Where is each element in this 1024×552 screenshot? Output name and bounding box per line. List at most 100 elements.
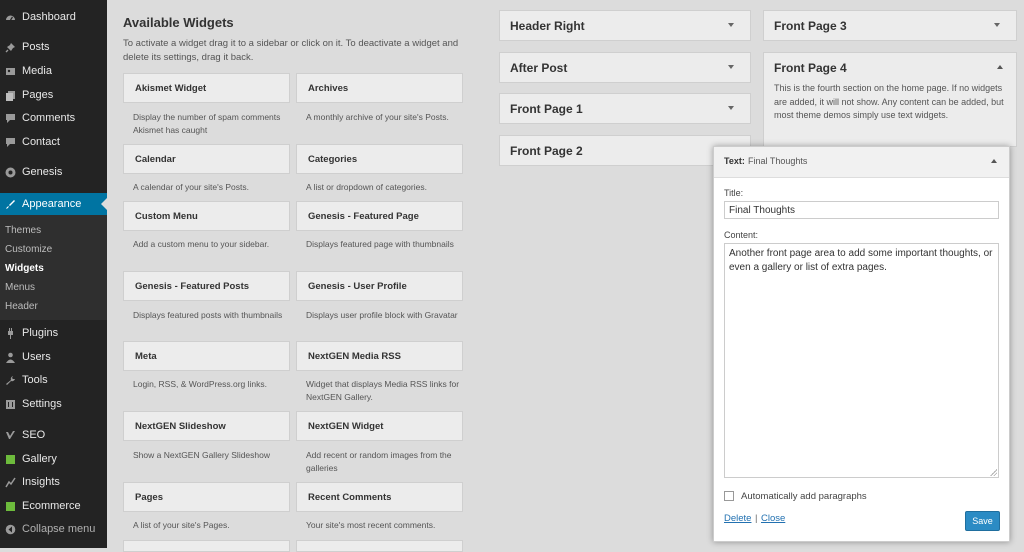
sidebar-item-label: Pages <box>22 89 54 101</box>
widget-tile-partial[interactable] <box>296 540 463 552</box>
submenu-item-header[interactable]: Header <box>5 301 38 312</box>
sidebar-item-label: Comments <box>22 112 76 124</box>
widget-type-label: Text: <box>724 156 745 166</box>
sidebar-item-posts[interactable]: Posts <box>0 36 107 58</box>
sidebar-item-media[interactable]: Media <box>0 60 107 82</box>
chevron-down-icon[interactable] <box>728 106 734 110</box>
sidebar-item-users[interactable]: Users <box>0 346 107 368</box>
submenu-item-customize[interactable]: Customize <box>5 244 52 255</box>
sidebar-item-appearance[interactable]: Appearance <box>0 193 107 215</box>
area-front-page-4[interactable]: Front Page 4 This is the fourth section … <box>763 52 1017 147</box>
insights-icon <box>5 477 16 488</box>
contact-icon <box>5 137 16 148</box>
text-widget-panel: Text: Final Thoughts Title: Content: Ano… <box>713 146 1010 542</box>
widget-description: A monthly archive of your site's Posts. <box>306 112 449 122</box>
collapse-icon <box>5 524 16 535</box>
title-label: Title: <box>724 188 744 198</box>
widget-description: A list of your site's Pages. <box>133 520 230 530</box>
chevron-down-icon[interactable] <box>994 23 1000 27</box>
pin-icon <box>5 42 16 53</box>
widget-archives[interactable]: Archives <box>296 73 463 103</box>
auto-paragraphs-label[interactable]: Automatically add paragraphs <box>741 491 867 502</box>
area-header-right[interactable]: Header Right <box>499 10 751 41</box>
sidebar-item-label: Appearance <box>22 198 82 210</box>
widget-pages[interactable]: Pages <box>123 482 290 512</box>
widget-custom-menu[interactable]: Custom Menu <box>123 201 290 231</box>
sidebar-item-gallery[interactable]: Gallery <box>0 448 107 470</box>
sidebar-item-label: Dashboard <box>22 11 76 23</box>
media-icon <box>5 66 16 77</box>
collapse-menu-button[interactable]: Collapse menu <box>0 518 107 540</box>
wrench-icon <box>5 375 16 386</box>
appearance-submenu: Themes Customize Widgets Menus Header <box>0 215 107 320</box>
sidebar-item-label: Collapse menu <box>22 523 96 535</box>
area-front-page-3[interactable]: Front Page 3 <box>763 10 1017 41</box>
widget-nextgen-media-rss[interactable]: NextGEN Media RSS <box>296 341 463 371</box>
area-front-page-1[interactable]: Front Page 1 <box>499 93 751 124</box>
save-button[interactable]: Save <box>965 511 1000 531</box>
area-title: Front Page 2 <box>510 143 583 158</box>
chevron-down-icon[interactable] <box>728 65 734 69</box>
sidebar-item-dashboard[interactable]: Dashboard <box>0 6 107 28</box>
comment-icon <box>5 113 16 124</box>
chevron-up-icon[interactable] <box>991 159 997 163</box>
submenu-item-menus[interactable]: Menus <box>5 282 35 293</box>
sidebar-item-pages[interactable]: Pages <box>0 84 107 106</box>
widget-recent-comments[interactable]: Recent Comments <box>296 482 463 512</box>
submenu-item-themes[interactable]: Themes <box>5 225 41 236</box>
sidebar-item-tools[interactable]: Tools <box>0 369 107 391</box>
sidebar-item-label: Tools <box>22 374 48 386</box>
widget-description: Displays featured page with thumbnails <box>306 239 454 249</box>
widget-categories[interactable]: Categories <box>296 144 463 174</box>
area-title: Front Page 3 <box>774 18 847 33</box>
seo-icon <box>5 430 16 441</box>
resize-handle-icon[interactable] <box>990 469 997 476</box>
close-link[interactable]: Close <box>761 513 785 524</box>
sidebar-item-genesis[interactable]: Genesis <box>0 161 107 183</box>
widget-genesis-featured-posts[interactable]: Genesis - Featured Posts <box>123 271 290 301</box>
widget-nextgen-slideshow[interactable]: NextGEN Slideshow <box>123 411 290 441</box>
pages-icon <box>5 90 16 101</box>
chevron-down-icon[interactable] <box>728 23 734 27</box>
widget-description: Your site's most recent comments. <box>306 520 436 530</box>
widget-description: A calendar of your site's Posts. <box>133 182 249 192</box>
genesis-icon <box>5 167 16 178</box>
chevron-up-icon[interactable] <box>997 65 1003 69</box>
widget-description: Displays featured posts with thumbnails <box>133 310 283 320</box>
sidebar-item-insights[interactable]: Insights <box>0 471 107 493</box>
widget-description: Add recent or random images from the gal… <box>306 450 452 473</box>
widget-description: Widget that displays Media RSS links for… <box>306 379 460 402</box>
area-title: After Post <box>510 60 568 75</box>
auto-paragraphs-checkbox[interactable] <box>724 491 734 501</box>
content-textarea[interactable]: Another front page area to add some impo… <box>724 243 999 478</box>
widget-nextgen-widget[interactable]: NextGEN Widget <box>296 411 463 441</box>
available-widgets-description: To activate a widget drag it to a sideba… <box>123 38 459 63</box>
sidebar-item-contact[interactable]: Contact <box>0 131 107 153</box>
sidebar-item-comments[interactable]: Comments <box>0 107 107 129</box>
widget-akismet[interactable]: Akismet Widget <box>123 73 290 103</box>
brush-icon <box>5 199 16 210</box>
widget-meta[interactable]: Meta <box>123 341 290 371</box>
delete-link[interactable]: Delete <box>724 513 751 524</box>
sidebar-item-label: Settings <box>22 398 62 410</box>
sidebar-item-label: Gallery <box>22 453 57 465</box>
widget-calendar[interactable]: Calendar <box>123 144 290 174</box>
sidebar-item-label: Genesis <box>22 166 63 178</box>
sidebar-item-settings[interactable]: Settings <box>0 393 107 415</box>
area-after-post[interactable]: After Post <box>499 52 751 83</box>
widget-tile-partial[interactable] <box>123 540 290 552</box>
widget-description: Show a NextGEN Gallery Slideshow <box>133 450 271 460</box>
sidebar-item-seo[interactable]: SEO <box>0 424 107 446</box>
dashboard-icon <box>5 12 16 23</box>
link-separator: | <box>755 513 758 524</box>
area-description: This is the fourth section on the home p… <box>774 83 1004 120</box>
title-input[interactable] <box>724 201 999 219</box>
widget-description: Displays user profile block with Gravata… <box>306 310 458 320</box>
sidebar-item-ecommerce[interactable]: Ecommerce <box>0 495 107 517</box>
text-widget-header[interactable]: Text: Final Thoughts <box>714 147 1009 178</box>
widget-description: A list or dropdown of categories. <box>306 182 427 192</box>
submenu-item-widgets[interactable]: Widgets <box>5 263 44 274</box>
widget-genesis-featured-page[interactable]: Genesis - Featured Page <box>296 201 463 231</box>
widget-genesis-user-profile[interactable]: Genesis - User Profile <box>296 271 463 301</box>
sidebar-item-plugins[interactable]: Plugins <box>0 322 107 344</box>
